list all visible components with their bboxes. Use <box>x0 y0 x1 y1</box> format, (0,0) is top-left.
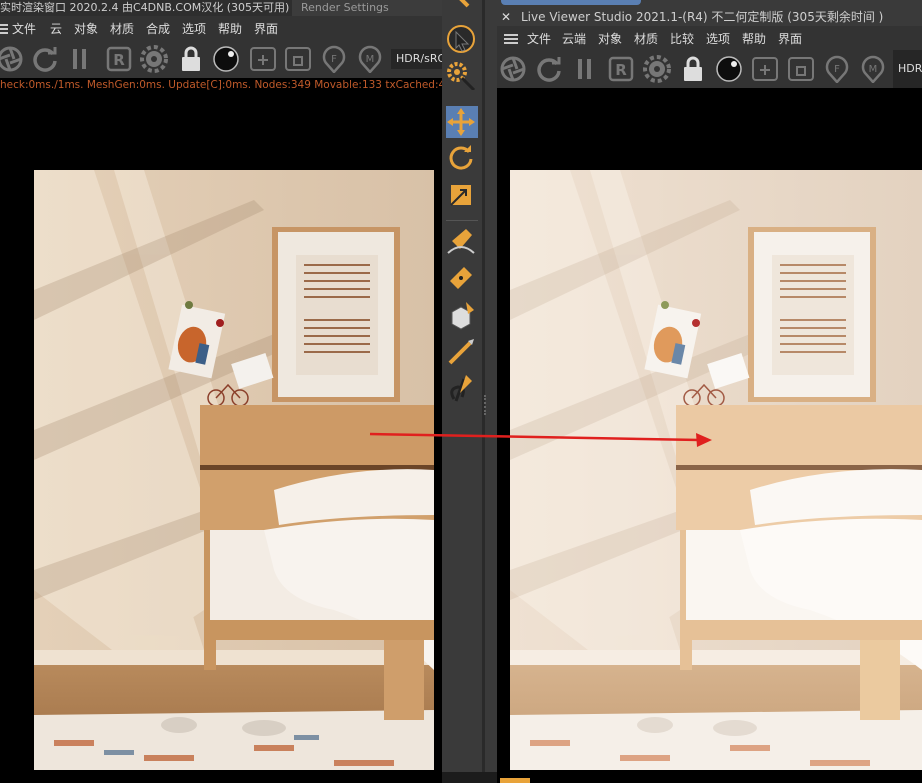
svg-text:F: F <box>331 54 337 65</box>
gear-icon[interactable] <box>643 55 671 83</box>
right-menu-file[interactable]: 文件 <box>527 30 551 47</box>
svg-text:R: R <box>113 51 125 69</box>
hamburger-menu-icon[interactable] <box>504 34 518 44</box>
material-pin-icon[interactable]: M <box>356 45 384 73</box>
left-menu-bar: 文件 云 对象 材质 合成 选项 帮助 界面 <box>0 16 442 40</box>
aperture-icon[interactable] <box>499 55 527 83</box>
sphere-icon[interactable] <box>212 45 240 73</box>
stats-line: heck:0ms./1ms. MeshGen:0ms. Update[C]:0m… <box>0 78 442 92</box>
right-menu-interface[interactable]: 界面 <box>778 30 802 47</box>
render-settings-tab[interactable]: Render Settings <box>292 0 442 16</box>
rotate-icon[interactable] <box>446 143 476 173</box>
pause-icon[interactable] <box>571 55 599 83</box>
left-title-bar: 实时渲染窗口 2020.2.4 由C4DNB.COM汉化 (305天可用) Re… <box>0 0 442 16</box>
hdr-dropdown[interactable]: HDR/sRG <box>391 49 442 69</box>
focus-pin-icon[interactable]: F <box>823 55 851 83</box>
move-icon[interactable] <box>446 107 476 137</box>
scale-icon[interactable] <box>446 180 476 210</box>
pause-icon[interactable] <box>66 45 94 73</box>
left-menu-cloud[interactable]: 云 <box>50 20 62 37</box>
left-menu-object[interactable]: 对象 <box>74 20 98 37</box>
left-menu-material[interactable]: 材质 <box>110 20 134 37</box>
sketch-icon[interactable] <box>446 373 476 403</box>
left-menu-file[interactable]: 文件 <box>12 20 36 37</box>
svg-text:R: R <box>615 61 627 79</box>
right-menu-material[interactable]: 材质 <box>634 30 658 47</box>
left-menu-compose[interactable]: 合成 <box>146 20 170 37</box>
right-toolbar: R F M HDR <box>497 50 922 88</box>
focus-pin-icon[interactable]: F <box>320 45 348 73</box>
svg-text:M: M <box>869 64 878 75</box>
right-title-bar: ✕ Live Viewer Studio 2021.1-(R4) 不二何定制版 … <box>497 8 922 26</box>
left-menu-options[interactable]: 选项 <box>182 20 206 37</box>
left-window-title: 实时渲染窗口 2020.2.4 由C4DNB.COM汉化 (305天可用) <box>0 1 290 14</box>
material-pin-icon[interactable]: M <box>859 55 887 83</box>
right-window-title: Live Viewer Studio 2021.1-(R4) 不二何定制版 (3… <box>521 10 884 24</box>
brighter-render-image <box>510 170 922 770</box>
pen-spline-icon[interactable] <box>446 227 476 257</box>
refresh-icon[interactable] <box>31 45 59 73</box>
cube-pen-icon[interactable] <box>446 300 476 330</box>
pen-icon[interactable] <box>446 263 476 293</box>
gear-arrow-icon[interactable] <box>446 60 476 90</box>
svg-text:F: F <box>834 64 840 75</box>
region-icon[interactable] <box>787 55 815 83</box>
gear-icon[interactable] <box>140 45 168 73</box>
close-icon[interactable]: ✕ <box>501 8 511 26</box>
refresh-icon[interactable] <box>535 55 563 83</box>
right-menu-options[interactable]: 选项 <box>706 30 730 47</box>
left-render-window: 实时渲染窗口 2020.2.4 由C4DNB.COM汉化 (305天可用) Re… <box>0 0 442 783</box>
lock-icon[interactable] <box>679 55 707 83</box>
right-live-viewer-window: ✕ Live Viewer Studio 2021.1-(R4) 不二何定制版 … <box>497 0 922 783</box>
side-tool-palette <box>442 0 497 783</box>
right-menu-compare[interactable]: 比较 <box>670 30 694 47</box>
r-icon[interactable]: R <box>607 55 635 83</box>
top-arrow-icon[interactable] <box>448 0 478 12</box>
right-menu-bar: 文件 云端 对象 材质 比较 选项 帮助 界面 <box>497 26 922 50</box>
region-add-icon[interactable] <box>751 55 779 83</box>
left-menu-help[interactable]: 帮助 <box>218 20 242 37</box>
hdr-dropdown[interactable]: HDR <box>893 50 922 88</box>
knife-icon[interactable] <box>446 337 476 367</box>
left-menu-interface[interactable]: 界面 <box>254 20 278 37</box>
aperture-icon[interactable] <box>0 45 24 73</box>
select-arrow-icon[interactable] <box>446 24 476 54</box>
right-menu-help[interactable]: 帮助 <box>742 30 766 47</box>
original-render-image <box>34 170 434 770</box>
r-icon[interactable]: R <box>105 45 133 73</box>
left-toolbar: R F M HDR/sRG <box>0 40 442 78</box>
lock-icon[interactable] <box>177 45 205 73</box>
region-add-icon[interactable] <box>249 45 277 73</box>
right-menu-cloud[interactable]: 云端 <box>562 30 586 47</box>
sphere-icon[interactable] <box>715 55 743 83</box>
right-menu-object[interactable]: 对象 <box>598 30 622 47</box>
region-icon[interactable] <box>284 45 312 73</box>
hamburger-menu-icon[interactable] <box>0 24 8 34</box>
svg-text:M: M <box>366 54 375 65</box>
